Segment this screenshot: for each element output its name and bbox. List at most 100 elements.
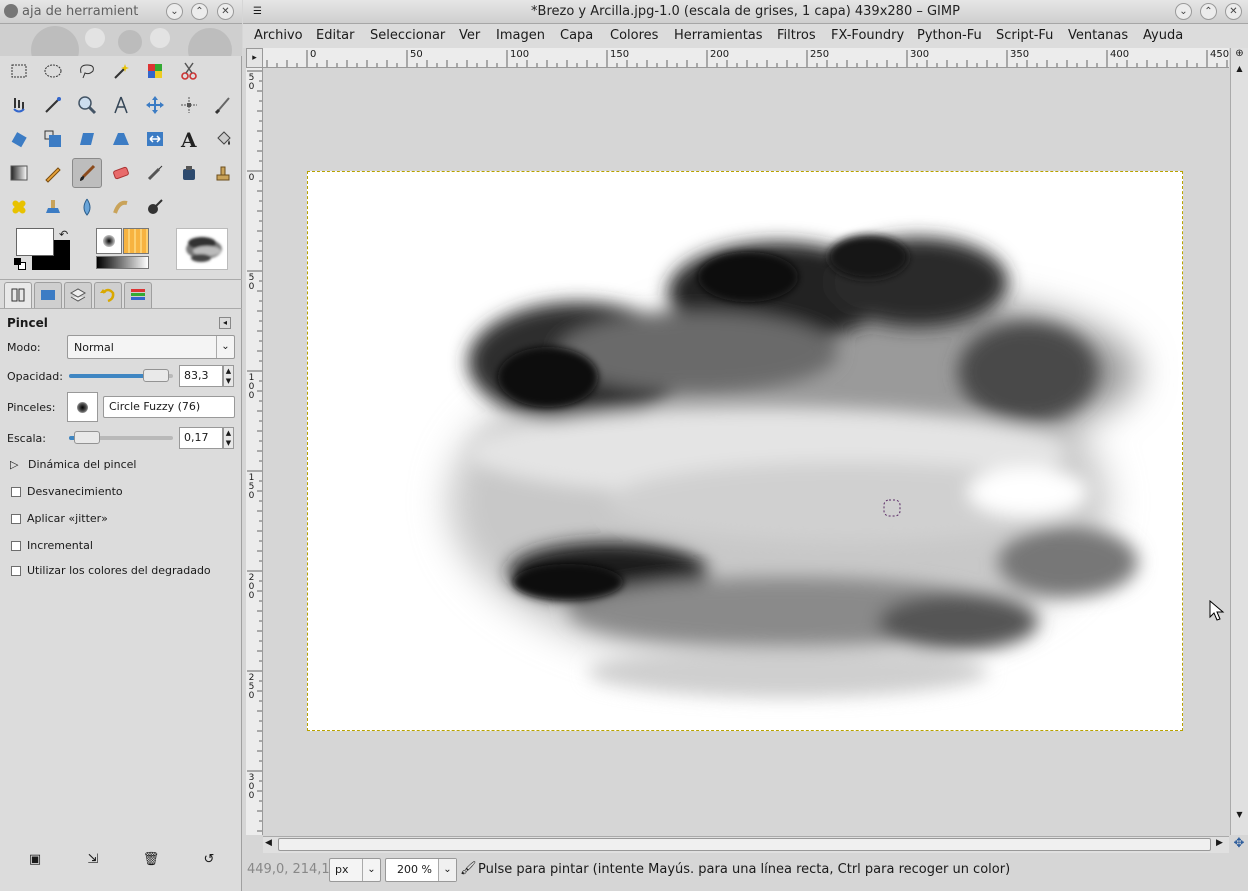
incremental-checkbox[interactable] [11,541,21,551]
crop-tool[interactable] [208,90,238,120]
free-select-tool[interactable] [72,56,102,86]
maximize-button[interactable]: ⌃ [1200,3,1217,20]
swap-colors-icon[interactable]: ↶ [59,228,68,241]
tab-tool-options[interactable] [4,282,32,308]
paths-tool[interactable] [38,90,68,120]
opacity-spin-buttons[interactable]: ▲ ▼ [223,365,234,387]
mode-combo[interactable]: Normal ⌄ [67,335,235,359]
close-button[interactable]: ✕ [217,3,234,20]
unit-combo[interactable]: px ⌄ [329,858,381,882]
clone-tool[interactable] [208,158,238,188]
scale-slider[interactable] [69,431,173,444]
vertical-scrollbar[interactable]: ⊕ ▲ ▼ [1230,48,1248,835]
bucket-fill-tool[interactable] [208,124,238,154]
foreground-color-swatch[interactable] [16,228,54,256]
menu-ver[interactable]: Ver [459,28,480,43]
active-image-thumbnail[interactable] [176,228,228,270]
scroll-up-arrow[interactable]: ▲ [1233,64,1246,78]
menu-fx-foundry[interactable]: FX-Foundry [831,28,904,43]
airbrush-tool[interactable] [140,158,170,188]
heal-tool[interactable] [4,192,34,222]
text-tool[interactable]: A [174,124,204,154]
brush-name-field[interactable]: Circle Fuzzy (76) [103,396,235,418]
minimize-button[interactable]: ⌄ [1175,3,1192,20]
tab-device-status[interactable] [34,282,62,308]
flip-tool[interactable] [140,124,170,154]
zoom-combo[interactable]: 200 % ⌄ [385,858,457,882]
paintbrush-tool[interactable] [72,158,102,188]
scale-tool[interactable] [38,124,68,154]
menu-imagen[interactable]: Imagen [496,28,545,43]
dodge-burn-tool[interactable] [140,192,170,222]
shear-tool[interactable] [72,124,102,154]
jitter-checkbox[interactable] [11,514,21,524]
delete-options-icon[interactable]: 🗑 [141,852,161,872]
maximize-button[interactable]: ⌃ [191,3,208,20]
horizontal-scrollbar-thumb[interactable] [278,838,1211,851]
blend-tool[interactable] [4,158,34,188]
menu-herramientas[interactable]: Herramientas [674,28,763,43]
rect-select-tool[interactable] [4,56,34,86]
navigate-icon[interactable]: ✥ [1230,836,1248,853]
quick-mask-corner[interactable]: ▸ [246,48,263,68]
eraser-tool[interactable] [106,158,136,188]
canvas-area[interactable] [263,68,1229,835]
minimize-button[interactable]: ⌄ [166,3,183,20]
menu-colores[interactable]: Colores [610,28,658,43]
opacity-slider-handle[interactable] [142,369,169,382]
menu-archivo[interactable]: Archivo [254,28,303,43]
blur-sharpen-tool[interactable] [72,192,102,222]
restore-options-icon[interactable]: ⇲ [83,852,103,872]
pattern-preview[interactable] [123,228,149,254]
tab-layers[interactable] [64,282,92,308]
scroll-down-arrow[interactable]: ▼ [1233,810,1246,824]
menu-python-fu[interactable]: Python-Fu [917,28,982,43]
tab-palettes[interactable] [124,282,152,308]
brush-preview[interactable] [96,228,122,254]
scale-slider-handle[interactable] [73,431,100,444]
measure-tool[interactable] [106,90,136,120]
horizontal-ruler[interactable]: 0 50 100 150 200 250 300 350 400 450 [263,48,1229,68]
menu-filtros[interactable]: Filtros [777,28,816,43]
menu-seleccionar[interactable]: Seleccionar [370,28,445,43]
brush-select-button[interactable] [67,392,98,422]
tab-undo-history[interactable] [94,282,122,308]
scissors-select-tool[interactable] [174,56,204,86]
fuzzy-select-tool[interactable] [106,56,136,86]
close-button[interactable]: ✕ [1225,3,1242,20]
reset-options-icon[interactable]: ↺ [199,852,219,872]
perspective-tool[interactable] [106,124,136,154]
smudge-tool[interactable] [106,192,136,222]
move-tool[interactable] [140,90,170,120]
gradient-colors-checkbox[interactable] [11,566,21,576]
align-tool[interactable] [174,90,204,120]
select-by-color-tool[interactable] [140,56,170,86]
ellipse-select-tool[interactable] [38,56,68,86]
opacity-spinbox[interactable]: 83,3 [179,365,223,387]
rotate-tool[interactable] [4,124,34,154]
zoom-tool[interactable] [72,90,102,120]
dynamics-expander[interactable]: ▷ Dinámica del pincel [10,458,136,471]
default-colors-icon[interactable] [14,258,26,270]
gradient-preview[interactable] [96,256,149,269]
scale-spinbox[interactable]: 0,17 [179,427,223,449]
ink-tool[interactable] [174,158,204,188]
panel-menu-button[interactable]: ◂ [219,317,231,329]
scale-spin-buttons[interactable]: ▲ ▼ [223,427,234,449]
foreground-select-tool[interactable] [4,90,34,120]
perspective-clone-tool[interactable] [38,192,68,222]
pencil-tool[interactable] [38,158,68,188]
fade-checkbox[interactable] [11,487,21,497]
zoom-fit-icon[interactable]: ⊕ [1233,48,1246,62]
save-options-icon[interactable]: ▣ [25,852,45,872]
scroll-left-arrow[interactable]: ◀ [265,838,272,848]
menu-script-fu[interactable]: Script-Fu [996,28,1053,43]
scroll-right-arrow[interactable]: ▶ [1216,838,1223,848]
horizontal-scrollbar[interactable]: ◀ ▶ [263,836,1229,853]
menu-ayuda[interactable]: Ayuda [1143,28,1183,43]
opacity-slider[interactable] [69,369,173,382]
image-canvas[interactable] [307,171,1183,731]
menu-ventanas[interactable]: Ventanas [1068,28,1128,43]
vertical-ruler[interactable]: 50 0 50 100 150 200 250 300 [246,68,263,835]
menu-editar[interactable]: Editar [316,28,355,43]
